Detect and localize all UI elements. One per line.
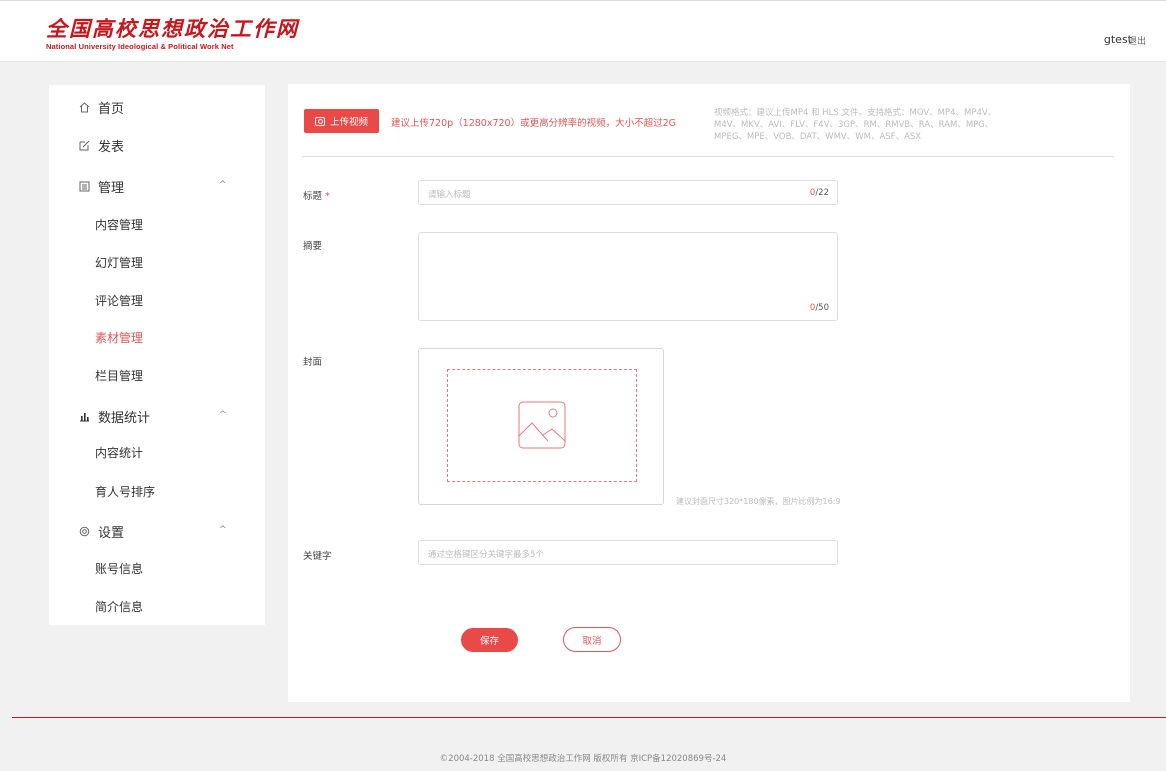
sidebar-subitem[interactable]: 内容管理 [95,216,143,233]
home-icon [79,102,90,113]
edit-icon [79,140,90,151]
chevron-up-icon[interactable]: ^ [219,180,227,190]
sidebar-subitem[interactable]: 栏目管理 [95,367,143,384]
sidebar-subitem-active[interactable]: 素材管理 [95,329,143,346]
chevron-up-icon[interactable]: ^ [219,525,227,535]
sidebar-item-label: 发表 [98,140,125,155]
top-bar: 全国高校思想政治工作网 National University Ideologi… [0,0,1166,62]
main-panel: 上传视频 建议上传720p（1280x720）或更高分辨率的视频，大小不超过2G… [288,84,1130,702]
title-counter: 0/22 [810,188,829,198]
sidebar-subitem[interactable]: 简介信息 [95,598,143,615]
sidebar-item-label: 管理 [98,181,125,196]
site-logo[interactable]: 全国高校思想政治工作网 National University Ideologi… [46,16,299,52]
summary-label: 摘要 [303,241,323,252]
upload-button-label: 上传视频 [329,117,368,128]
title-input[interactable]: 请输入标题 0/22 [418,180,838,205]
camera-icon [314,116,325,126]
sidebar-item-label: 设置 [98,526,125,541]
sidebar-subitem[interactable]: 账号信息 [95,560,143,577]
title-placeholder: 请输入标题 [428,190,471,200]
title-label: 标题 * [303,188,330,202]
title-max: /22 [815,188,829,198]
cover-upload[interactable] [418,348,664,505]
format-tip: 视频格式：建议上传MP4 和 HLS 文件。支持格式：MOV、MP4、MP4V、… [714,108,997,142]
sidebar: 首页 发表 管理 ^ 内容管理 幻灯管理 评论管理 素材管理 栏目管理 数据统计… [49,85,265,625]
document-icon [79,181,90,192]
sidebar-subitem[interactable]: 幻灯管理 [95,254,143,271]
upload-tip: 建议上传720p（1280x720）或更高分辨率的视频，大小不超过2G [391,118,677,129]
cover-dropzone[interactable] [447,369,637,482]
sidebar-item-stats[interactable]: 数据统计 [79,407,150,426]
sidebar-subitem[interactable]: 评论管理 [95,292,143,309]
bar-chart-icon [79,411,90,422]
sidebar-subitem[interactable]: 内容统计 [95,444,143,461]
logout-link[interactable]: 退出 [1128,34,1146,47]
required-mark: * [325,191,330,202]
title-label-text: 标题 [303,191,323,202]
keywords-input[interactable]: 通过空格键区分关键字最多5个 [418,540,838,565]
keywords-label: 关键字 [303,551,332,562]
cancel-button[interactable]: 取消 [563,627,621,652]
logo-chinese: 全国高校思想政治工作网 [46,16,299,41]
cover-label: 封面 [303,357,323,368]
sidebar-item-settings[interactable]: 设置 [79,522,124,541]
image-icon [518,401,566,449]
chevron-up-icon[interactable]: ^ [219,410,227,420]
save-button[interactable]: 保存 [461,628,518,652]
footer-divider [12,717,1166,718]
footer-copyright: ©2004-2018 全国高校思想政治工作网 版权所有 京ICP备1202086… [439,754,727,764]
summary-counter: 0/50 [810,303,829,313]
sidebar-item-manage[interactable]: 管理 [79,177,124,196]
keywords-placeholder: 通过空格键区分关键字最多5个 [428,550,544,560]
divider [302,156,1114,157]
sidebar-item-label: 数据统计 [98,411,151,426]
sidebar-item-publish[interactable]: 发表 [79,136,124,155]
sidebar-item-home[interactable]: 首页 [79,98,124,117]
gear-icon [79,526,90,537]
sidebar-subitem[interactable]: 育人号排序 [95,483,155,500]
summary-textarea[interactable]: 0/50 [418,232,838,321]
summary-max: /50 [815,303,829,313]
logo-english: National University Ideological & Politi… [46,42,234,51]
cover-tip: 建议封面尺寸320*180像素，图片比例为16:9 [676,497,841,506]
sidebar-item-label: 首页 [98,102,125,117]
upload-video-button[interactable]: 上传视频 [304,109,379,133]
